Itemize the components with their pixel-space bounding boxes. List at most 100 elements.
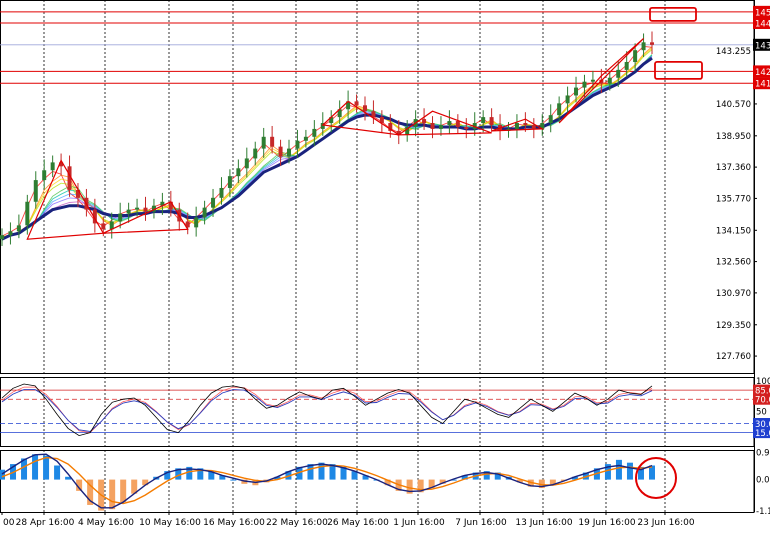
level-label: 144.682 — [755, 19, 770, 29]
candle-body — [371, 111, 376, 118]
stoch-level-label: 15.0000 — [755, 429, 770, 439]
candle-body — [244, 158, 249, 169]
macd-histogram-bar — [109, 479, 116, 510]
x-tick-label: 10 May 16:00 — [139, 518, 201, 528]
level-label: 141.623 — [755, 80, 770, 90]
candle-body — [33, 180, 38, 202]
macd-y-tick-label: 0.955 — [756, 449, 770, 459]
pattern-triangle — [396, 110, 492, 136]
y-tick-label: 135.770 — [716, 194, 751, 204]
candle-body — [633, 50, 638, 63]
candle-body — [481, 117, 486, 124]
candle-body — [0, 235, 4, 240]
macd-histogram-bar — [120, 479, 127, 503]
x-tick-label: 23 Jun 16:00 — [637, 518, 694, 528]
candle-body — [211, 197, 216, 208]
y-tick-label: 132.560 — [716, 258, 751, 268]
candle-body — [362, 105, 367, 112]
candle-body — [118, 213, 123, 222]
macd-y-tick-label: -1.11809 — [756, 507, 770, 517]
candle-body — [616, 69, 621, 78]
candle-body — [8, 231, 13, 236]
ribbon-ma-line — [1, 45, 653, 237]
candle-body — [447, 121, 452, 125]
candle-body — [422, 119, 427, 124]
candle-body — [16, 225, 21, 232]
y-tick-label: 137.360 — [716, 163, 751, 173]
macd-histogram-bar — [318, 462, 325, 480]
y-tick-label: 130.970 — [716, 289, 751, 299]
x-tick-label: 16 May 16:00 — [203, 518, 265, 528]
stoch-main-line — [1, 383, 653, 437]
candle-body — [489, 117, 494, 125]
y-tick-label: 140.570 — [716, 100, 751, 110]
candle-body — [455, 121, 460, 127]
candle-body — [531, 124, 536, 129]
y-tick-label: 138.950 — [716, 132, 751, 142]
chart-svg: 00 28 Apr 16:00 4 May 16:00 10 May 16:00 16 … — [0, 0, 770, 528]
chart-root: 00 28 Apr 16:00 4 May 16:00 10 May 16:00 16 … — [0, 0, 770, 530]
candle-body — [143, 207, 148, 212]
candle-body — [641, 42, 646, 51]
stoch-level-label: 70.0000 — [755, 396, 770, 406]
candle-body — [219, 187, 224, 198]
macd-histogram-bar — [54, 465, 61, 480]
x-tick-label: 13 Jun 16:00 — [515, 518, 572, 528]
candle-body — [126, 209, 131, 214]
x-tick-label: 1 Jun 16:00 — [393, 518, 445, 528]
y-tick-label: 127.760 — [716, 352, 751, 362]
x-tick-label: 22 May 16:00 — [266, 518, 328, 528]
candle-body — [590, 79, 595, 82]
candle-body — [582, 81, 587, 88]
y-tick-label: 134.150 — [716, 226, 751, 236]
macd-histogram-bar — [615, 459, 622, 480]
candle-body — [287, 148, 292, 157]
candle-body — [270, 136, 275, 147]
candle-body — [227, 176, 232, 188]
x-tick-label: 26 May 16:00 — [327, 518, 389, 528]
candle-body — [523, 123, 528, 125]
slow-ma-line — [1, 56, 653, 241]
candle-body — [650, 42, 654, 45]
y-tick-label-partial: 143.255 — [716, 47, 751, 57]
x-tick-label: 4 May 16:00 — [78, 518, 134, 528]
candle-body — [202, 207, 207, 218]
x-tick-label: 28 Apr 16:00 — [16, 518, 75, 528]
candle-body — [278, 146, 283, 157]
candle-body — [514, 123, 519, 129]
candle-body — [261, 136, 266, 149]
candle-body — [354, 101, 359, 106]
macd-histogram-bar — [32, 454, 39, 480]
candle-body — [236, 168, 241, 177]
candle-body — [25, 201, 30, 226]
stoch-y-tick-label: 50 — [756, 407, 767, 417]
candle-body — [194, 217, 199, 228]
stoch-pane-frame — [0, 377, 755, 447]
candle-body — [253, 148, 258, 159]
macd-histogram-bar — [230, 479, 237, 481]
candle-body — [312, 128, 317, 137]
candle-body — [574, 87, 579, 96]
candle-body — [50, 162, 55, 171]
candle-body — [548, 115, 553, 124]
candle-body — [42, 170, 47, 181]
level-label: 142.222 — [755, 68, 770, 78]
candle-body — [438, 124, 443, 129]
macd-y-tick-label: 0.00 — [756, 476, 770, 486]
candle-body — [565, 95, 570, 104]
x-tick-label: 00 — [3, 518, 15, 528]
candle-body — [430, 123, 435, 129]
level-label: 145.248 — [755, 8, 770, 18]
candle-body — [101, 223, 106, 230]
main-pane-frame — [0, 0, 755, 374]
annotation-box-lower — [654, 61, 703, 80]
candle-body — [135, 207, 140, 210]
candle-body — [557, 103, 562, 116]
y-tick-label: 129.350 — [716, 321, 751, 331]
current-price-label: 143.574 — [755, 41, 770, 51]
macd-histogram-bar — [43, 455, 50, 480]
candle-body — [607, 77, 612, 84]
candle-body — [303, 136, 308, 141]
x-tick-label: 7 Jun 16:00 — [455, 518, 507, 528]
macd-histogram-bar — [626, 462, 633, 480]
